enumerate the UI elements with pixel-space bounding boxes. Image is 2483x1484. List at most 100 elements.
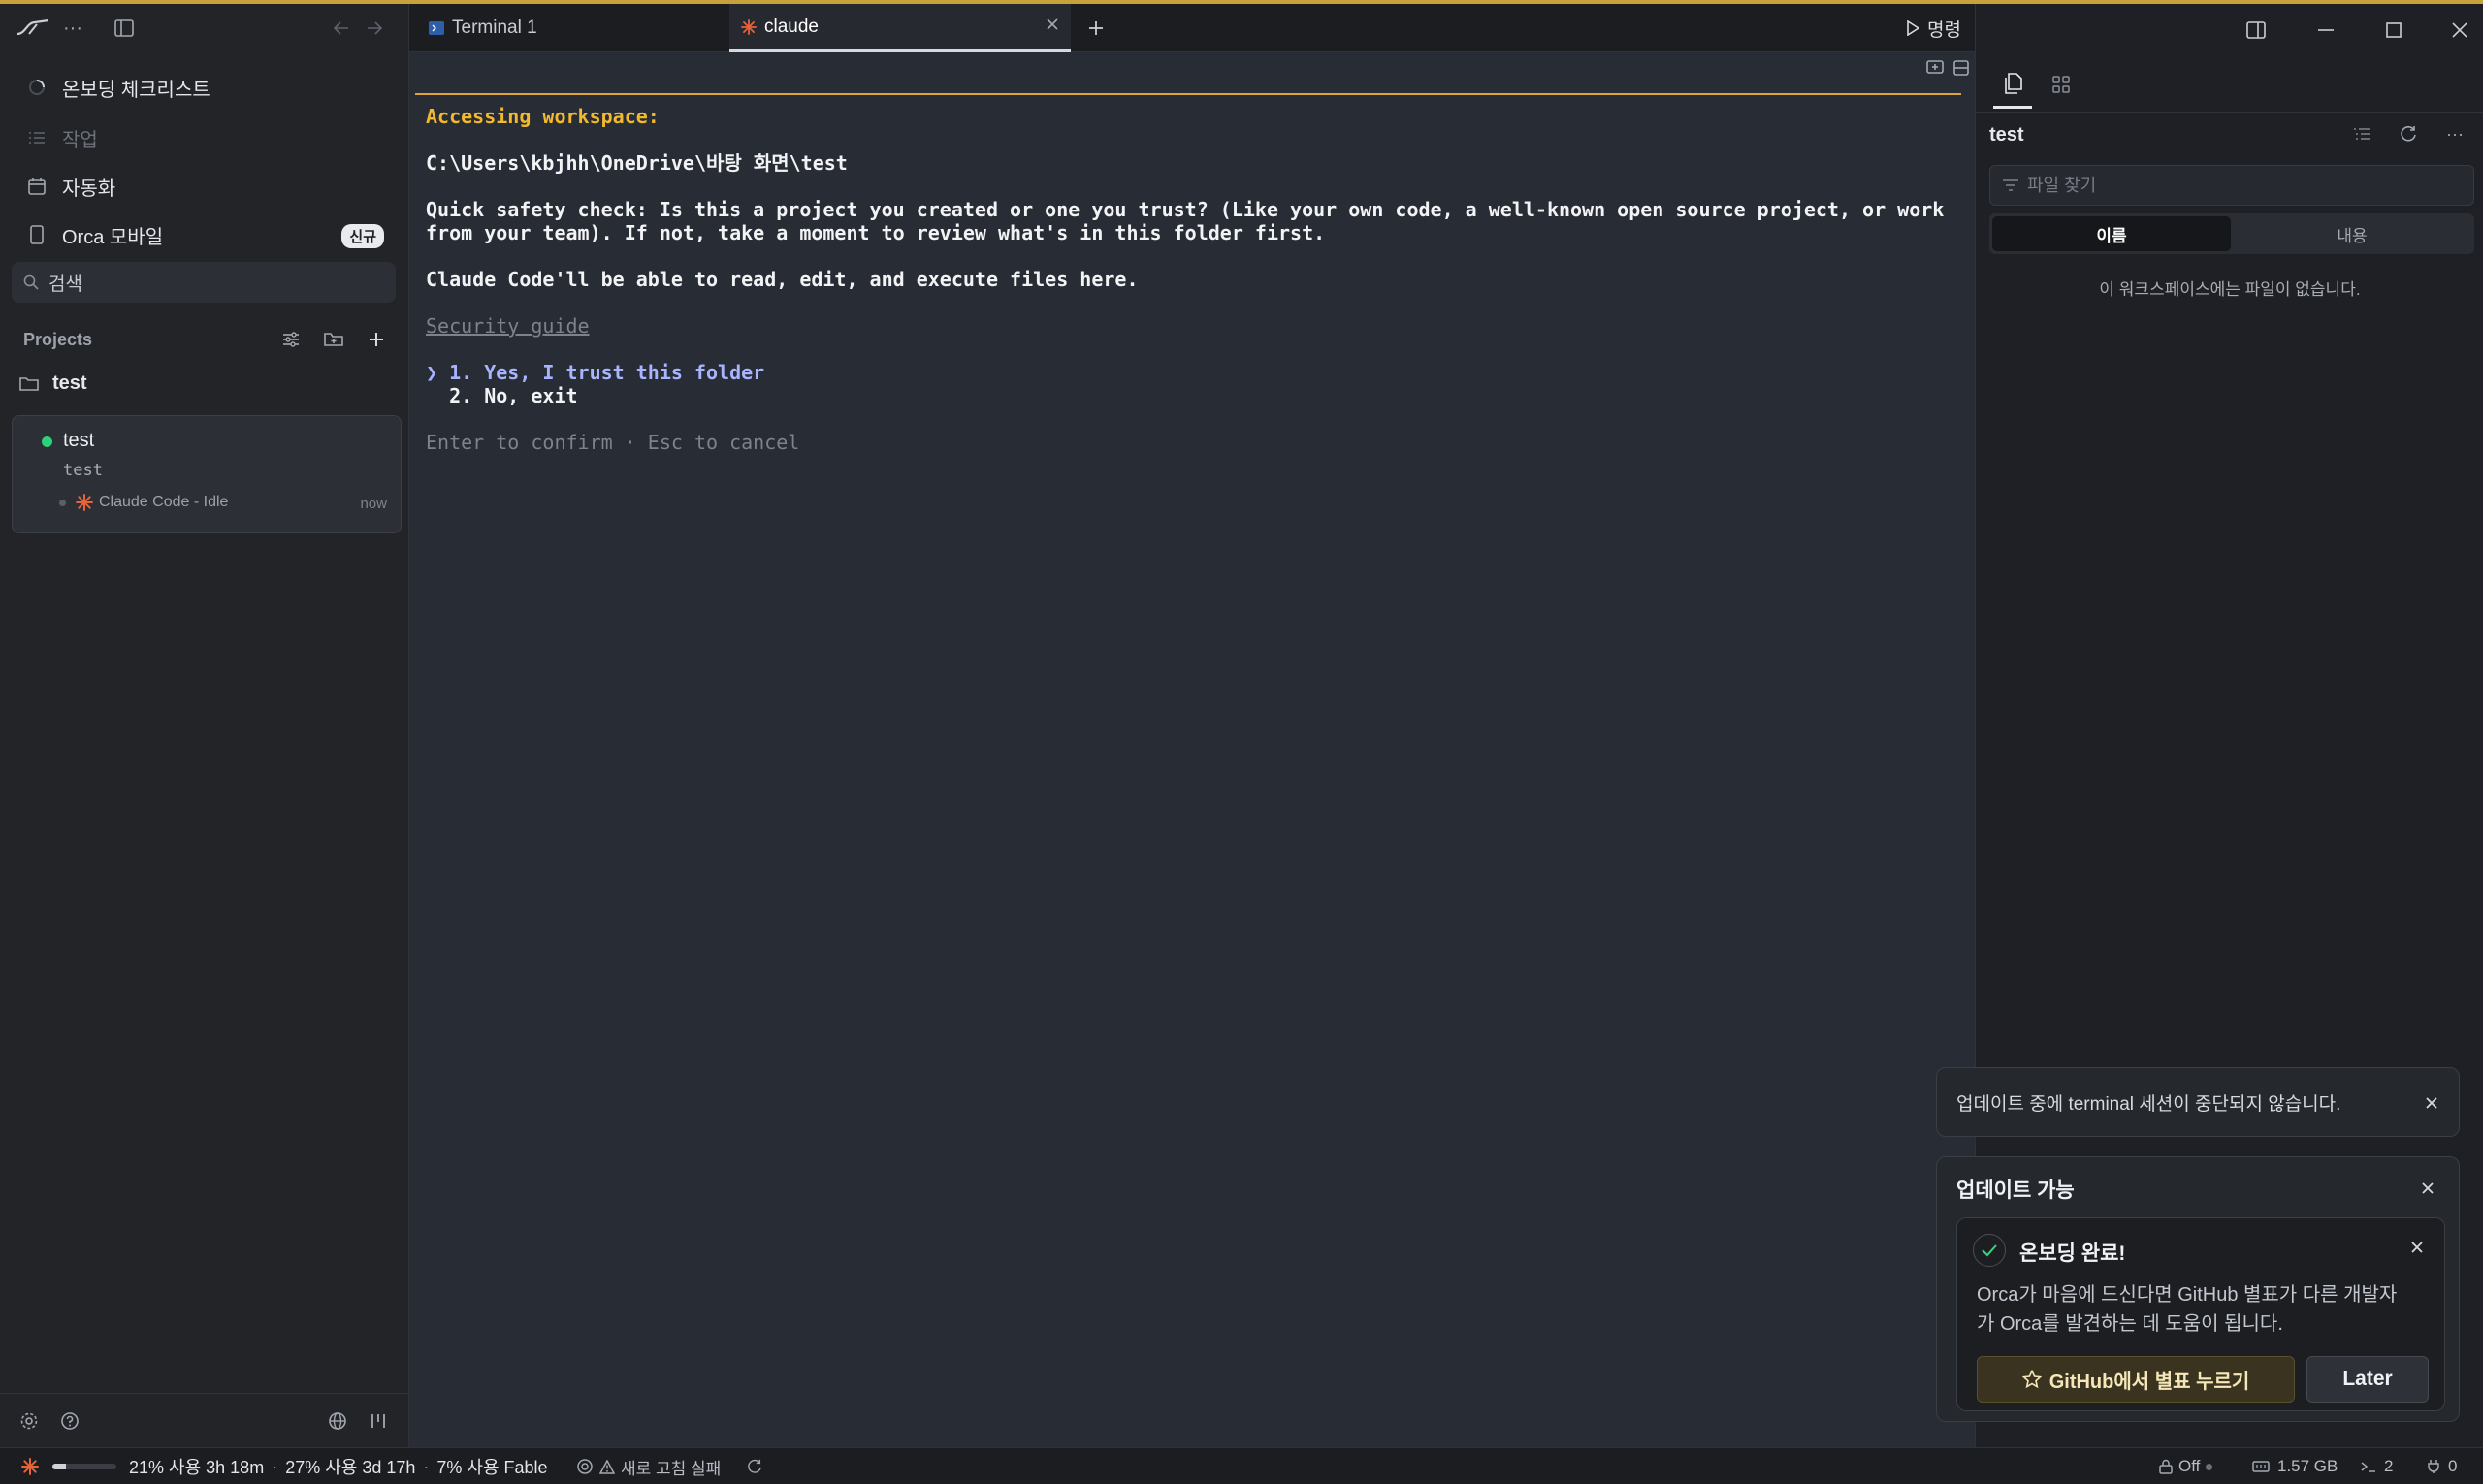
right-panel-tabs: [1976, 52, 2483, 113]
nav-onboarding-checklist[interactable]: 온보딩 체크리스트: [14, 64, 396, 111]
terminal-count[interactable]: 2: [2361, 1448, 2393, 1484]
tab-claude[interactable]: claude: [729, 4, 1071, 52]
run-command-label: 명령: [1927, 19, 1961, 41]
plus-icon[interactable]: [363, 326, 390, 353]
close-icon[interactable]: [2414, 1175, 2441, 1202]
memory-icon: [2252, 1461, 2270, 1472]
safety-check-line-2: from your team). If not, take a moment t…: [426, 221, 1326, 244]
refresh-failed-text: 새로 고침 실패: [621, 1459, 722, 1478]
refresh-icon[interactable]: [2395, 120, 2422, 147]
update-available-title: 업데이트 가능: [1956, 1179, 2075, 1202]
files-tab-icon[interactable]: [1993, 60, 2032, 109]
usage-summary[interactable]: 21% 사용 3h 18m · 27% 사용 3d 17h · 7% 사용 Fa…: [129, 1448, 548, 1484]
calendar-icon: [25, 175, 48, 198]
usage-weekly: 27% 사용 3d 17h: [285, 1458, 416, 1477]
file-search-field[interactable]: [1989, 165, 2474, 206]
list-view-icon[interactable]: [2348, 120, 2375, 147]
search-by-content-button[interactable]: 내용: [2233, 216, 2471, 251]
sidebar-toggle-icon[interactable]: [109, 14, 140, 43]
nav-automation[interactable]: 자동화: [14, 163, 396, 210]
onboarding-title: 온보딩 완료!: [2019, 1242, 2126, 1265]
gear-icon[interactable]: [16, 1407, 43, 1435]
update-available-toast: 업데이트 가능 온보딩 완료! Orca가 마음에 드신다면 GitHub 별표…: [1936, 1156, 2460, 1422]
grid-tab-icon[interactable]: [2042, 60, 2080, 109]
prompt-border: [415, 93, 1961, 95]
agent-status: Claude Code - Idle: [59, 494, 228, 511]
run-command-button[interactable]: 명령: [1906, 4, 1961, 52]
onboarding-body: Orca가 마음에 드신다면 GitHub 별표가 다른 개발자가 Orca를 …: [1977, 1284, 2398, 1335]
project-folder-test[interactable]: test: [19, 372, 87, 395]
split-add-icon[interactable]: [1926, 60, 1944, 76]
projects-header: Projects: [23, 330, 93, 349]
terminal-heading: Accessing workspace:: [426, 105, 660, 128]
plug-icon: [2427, 1459, 2440, 1474]
refresh-status[interactable]: 새로 고침 실패: [576, 1448, 721, 1484]
github-star-label: GitHub에서 별표 누르기: [2048, 1371, 2250, 1393]
more-icon[interactable]: ···: [58, 14, 87, 43]
close-icon[interactable]: [1046, 17, 1059, 31]
tab-label: claude: [764, 16, 819, 37]
capability-line: Claude Code'll be able to read, edit, an…: [426, 268, 1139, 291]
claude-burst-icon: [21, 1448, 39, 1484]
sidebar-toolbar: ···: [0, 4, 409, 52]
separator: ·: [423, 1456, 430, 1476]
columns-icon[interactable]: [365, 1407, 392, 1435]
add-folder-icon[interactable]: [320, 326, 347, 353]
nav-label: 자동화: [62, 177, 116, 200]
panel-toggle-icon[interactable]: [2232, 8, 2280, 52]
nav-label: 작업: [62, 129, 98, 151]
forward-arrow-icon[interactable]: [363, 14, 386, 43]
globe-icon[interactable]: [324, 1407, 351, 1435]
later-button[interactable]: Later: [2306, 1356, 2429, 1403]
refresh-icon[interactable]: [747, 1448, 762, 1484]
folder-icon: [19, 376, 39, 392]
port-count[interactable]: 0: [2427, 1448, 2457, 1484]
nav-label: 온보딩 체크리스트: [62, 79, 210, 101]
provider-icon: [576, 1458, 594, 1475]
option-exit[interactable]: 2. No, exit: [426, 384, 577, 407]
memory-value: 1.57 GB: [2277, 1457, 2338, 1475]
port-count-value: 0: [2448, 1457, 2458, 1475]
terminal-pane[interactable]: Accessing workspace: C:\Users\kbjhh\OneD…: [409, 52, 1975, 1447]
search-mode-toggle: 이름 내용: [1989, 213, 2474, 254]
new-tab-plus-icon[interactable]: [1075, 4, 1117, 52]
sidebar-search[interactable]: 검색: [12, 262, 396, 303]
search-by-name-button[interactable]: 이름: [1992, 216, 2231, 251]
lock-icon: [2159, 1459, 2173, 1474]
memory-status[interactable]: 1.57 GB: [2252, 1448, 2338, 1484]
filter-sliders-icon[interactable]: [277, 326, 305, 353]
back-arrow-icon[interactable]: [330, 14, 353, 43]
update-notice-toast: 업데이트 중에 terminal 세션이 중단되지 않습니다.: [1936, 1067, 2460, 1137]
minimize-icon[interactable]: [2302, 8, 2350, 52]
onboarding-complete-card: 온보딩 완료! Orca가 마음에 드신다면 GitHub 별표가 다른 개발자…: [1956, 1217, 2445, 1411]
phone-icon: [25, 223, 48, 246]
security-guide-link[interactable]: Security guide: [426, 314, 590, 338]
explorer-title: test: [1989, 124, 2024, 145]
workspace-path: C:\Users\kbjhh\OneDrive\바탕 화면\test: [426, 151, 848, 175]
sidebar: ··· 온보딩 체크리스트 작업 자동화 Orca 모바일 신규 검색 Proj…: [0, 4, 409, 1447]
github-star-button[interactable]: GitHub에서 별표 누르기: [1977, 1356, 2295, 1403]
new-badge: 신규: [341, 224, 384, 248]
nav-tasks[interactable]: 작업: [14, 114, 396, 161]
close-icon[interactable]: [2403, 1234, 2431, 1261]
option-trust-folder[interactable]: ❯ 1. Yes, I trust this folder: [426, 361, 764, 384]
orca-logo-icon[interactable]: [14, 14, 52, 43]
window-close-icon[interactable]: [2435, 8, 2483, 52]
nav-label: Orca 모바일: [62, 226, 164, 248]
progress-ring-icon: [25, 76, 48, 99]
usage-progress-bar: [52, 1464, 116, 1469]
close-icon[interactable]: [2418, 1089, 2445, 1116]
star-icon: [2021, 1370, 2042, 1389]
help-icon[interactable]: [56, 1407, 83, 1435]
split-horizontal-icon[interactable]: [1953, 60, 1969, 76]
filter-icon: [2002, 178, 2019, 192]
more-icon[interactable]: ···: [2441, 120, 2468, 147]
nav-orca-mobile[interactable]: Orca 모바일 신규: [14, 211, 396, 258]
workspace-card[interactable]: test test Claude Code - Idle now: [12, 415, 402, 533]
play-icon: [1906, 20, 1920, 36]
maximize-icon[interactable]: [2370, 8, 2418, 52]
tab-terminal-1[interactable]: Terminal 1: [417, 4, 727, 52]
file-search-input[interactable]: [2027, 175, 2454, 196]
confirm-hint: Enter to confirm · Esc to cancel: [426, 431, 800, 454]
power-status[interactable]: Off: [2159, 1448, 2213, 1484]
